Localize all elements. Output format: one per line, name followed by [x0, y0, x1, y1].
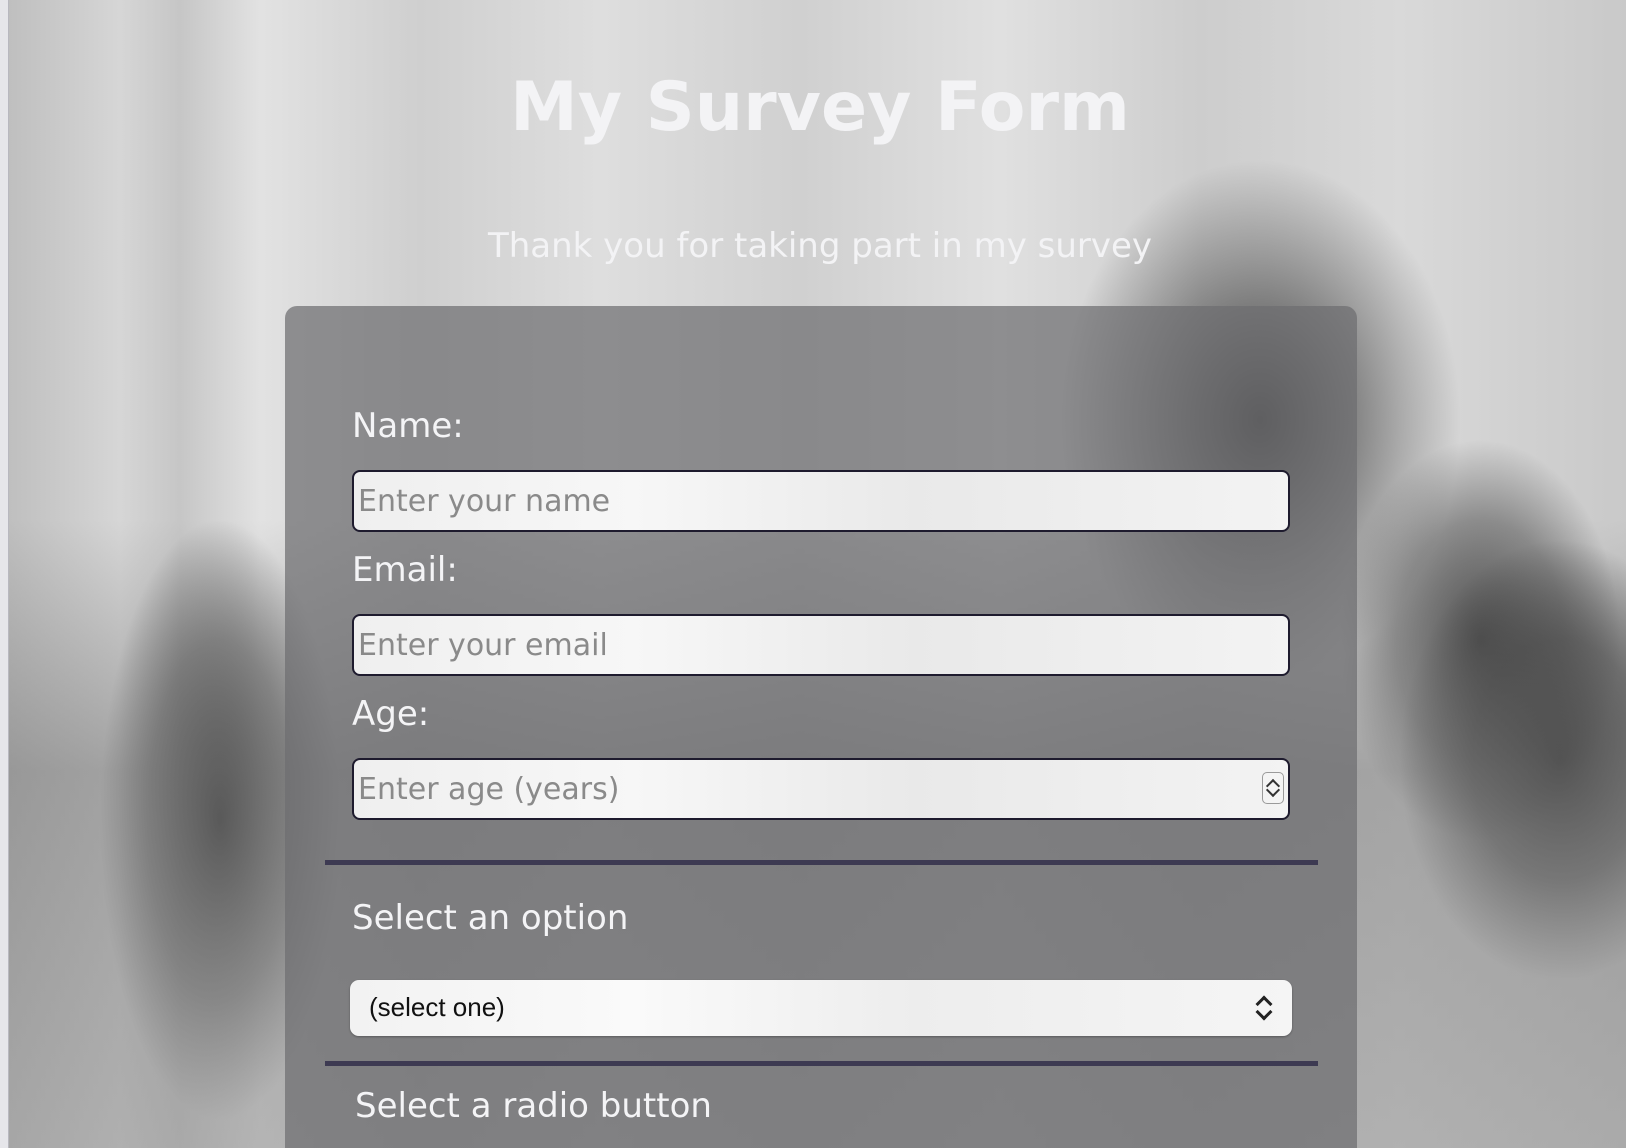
age-input[interactable]	[352, 758, 1290, 820]
dropdown-label: Select an option	[352, 898, 629, 938]
name-input[interactable]	[352, 470, 1290, 532]
name-label: Name:	[352, 406, 464, 446]
age-label: Age:	[352, 694, 430, 734]
radio-section-label: Select a radio button	[355, 1086, 712, 1126]
section-divider	[325, 1061, 1318, 1066]
dropdown-selected-value: (select one)	[369, 992, 505, 1022]
age-field	[352, 758, 1290, 820]
window-left-edge	[0, 0, 9, 1148]
page-title: My Survey Form	[510, 68, 1130, 147]
section-divider	[325, 860, 1318, 865]
survey-form: Name: Email: Age: Select an option (sele…	[285, 306, 1357, 1148]
option-dropdown[interactable]: (select one)	[350, 980, 1292, 1036]
email-input[interactable]	[352, 614, 1290, 676]
chevron-updown-icon	[1255, 994, 1273, 1024]
page-description: Thank you for taking part in my survey	[487, 226, 1153, 266]
email-label: Email:	[352, 550, 458, 590]
age-stepper[interactable]	[1262, 772, 1284, 804]
